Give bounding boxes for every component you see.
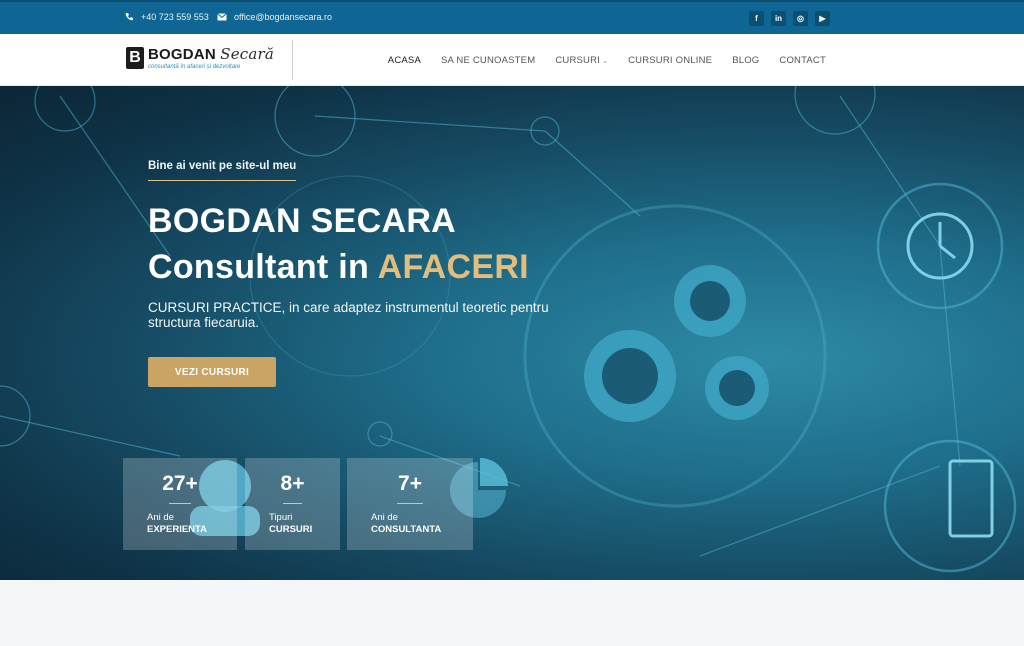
hero-title-highlight: AFACERI xyxy=(377,248,529,286)
nav-item-acasa[interactable]: ACASA xyxy=(388,55,421,66)
youtube-icon[interactable]: ▶ xyxy=(815,11,830,26)
stat-card-consultanta: 7+ Ani de CONSULTANTA xyxy=(347,458,473,550)
header-divider xyxy=(292,40,293,80)
stat-label-bottom: CONSULTANTA xyxy=(371,524,442,535)
stat-label-top: Tipuri xyxy=(269,512,293,523)
nav-item-cursuri-online[interactable]: CURSURI ONLINE xyxy=(628,55,712,66)
logo-tagline: consultanță în afaceri și dezvoltare xyxy=(148,64,241,70)
phone-icon xyxy=(125,13,133,21)
top-info-bar: +40 723 559 553 office@bogdansecara.ro f… xyxy=(0,0,1024,34)
stat-value: 7+ xyxy=(398,472,422,495)
facebook-icon[interactable]: f xyxy=(749,11,764,26)
logo-name-script: Secară xyxy=(220,45,275,63)
stat-divider xyxy=(283,503,302,504)
hero-section: Bine ai venit pe site-ul meu BOGDAN SECA… xyxy=(0,86,1024,580)
envelope-icon xyxy=(217,13,227,21)
hero-title-line1: BOGDAN SECARA xyxy=(148,202,457,240)
hero-subtitle: CURSURI PRACTICE, in care adaptez instru… xyxy=(148,300,549,330)
chevron-down-icon: ⌄ xyxy=(602,58,609,65)
stat-divider xyxy=(168,503,192,504)
stat-card-cursuri: 8+ Tipuri CURSURI xyxy=(245,458,340,550)
linkedin-icon[interactable]: in xyxy=(771,11,786,26)
hero-title: BOGDAN SECARA Consultant in AFACERI xyxy=(148,198,529,290)
nav-item-cursuri[interactable]: CURSURI ⌄ xyxy=(555,55,608,66)
stat-label-top: Ani de xyxy=(147,512,174,523)
stat-label-bottom: CURSURI xyxy=(269,524,313,535)
stat-divider xyxy=(397,503,423,504)
stat-value: 27+ xyxy=(162,472,198,495)
nav-item-contact[interactable]: CONTACT xyxy=(779,55,826,66)
main-nav: ACASA SA NE CUNOASTEM CURSURI ⌄ CURSURI O… xyxy=(388,55,826,66)
logo-mark: B xyxy=(126,47,144,69)
phone-number[interactable]: +40 723 559 553 xyxy=(141,12,209,22)
stat-label-bottom: EXPERIENTA xyxy=(147,524,208,535)
nav-item-sa-ne-cunoastem[interactable]: SA NE CUNOASTEM xyxy=(441,55,535,66)
logo-name-bold: BOGDAN xyxy=(148,46,216,63)
hero-title-prefix: Consultant in xyxy=(148,248,378,286)
email-contact[interactable]: office@bogdansecara.ro xyxy=(217,12,332,22)
nav-item-cursuri-label: CURSURI xyxy=(555,55,601,66)
stat-label-top: Ani de xyxy=(371,512,398,523)
social-links: f in ◎ ▶ xyxy=(749,11,830,26)
site-logo[interactable]: B BOGDAN Secară consultanță în afaceri ș… xyxy=(126,47,274,75)
vezi-cursuri-button[interactable]: VEZI CURSURI xyxy=(148,357,276,387)
next-section xyxy=(0,580,1024,646)
hero-title-line2: Consultant in AFACERI xyxy=(148,244,529,290)
nav-item-blog[interactable]: BLOG xyxy=(732,55,759,66)
site-header: B BOGDAN Secară consultanță în afaceri ș… xyxy=(0,34,1024,86)
instagram-icon[interactable]: ◎ xyxy=(793,11,808,26)
email-address[interactable]: office@bogdansecara.ro xyxy=(234,12,332,22)
stat-card-experienta: 27+ Ani de EXPERIENTA xyxy=(123,458,237,550)
stat-value: 8+ xyxy=(280,472,305,495)
welcome-text: Bine ai venit pe site-ul meu xyxy=(148,160,297,181)
phone-contact[interactable]: +40 723 559 553 xyxy=(124,12,209,22)
